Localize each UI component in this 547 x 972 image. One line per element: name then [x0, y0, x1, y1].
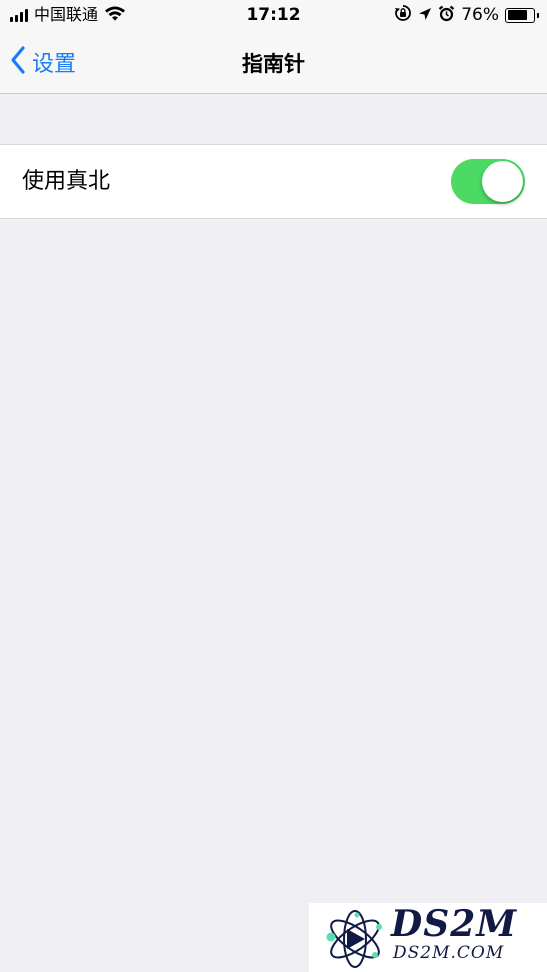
true-north-label: 使用真北 [22, 169, 111, 194]
battery-icon [505, 7, 539, 23]
battery-level-fill [507, 10, 527, 20]
status-bar-right: 76% [394, 4, 539, 26]
page-title: 指南针 [242, 52, 305, 76]
watermark-brand: DS2M [391, 903, 518, 945]
alarm-icon [438, 5, 455, 26]
navigation-bar: 设置 指南针 [0, 30, 547, 94]
true-north-toggle[interactable] [451, 159, 525, 204]
compass-settings-screen: 中国联通 17:12 76% 设置 指南针 使用真北 DS2M DS2M.COM [0, 0, 547, 972]
location-icon [418, 6, 432, 25]
settings-group: 使用真北 [0, 144, 547, 219]
watermark-site: DS2M.COM [393, 943, 505, 963]
status-bar: 中国联通 17:12 76% [0, 0, 547, 30]
battery-percent: 76% [461, 5, 499, 25]
watermark-logo-icon [323, 907, 387, 972]
watermark: DS2M DS2M.COM [309, 903, 547, 972]
toggle-knob [482, 161, 523, 202]
orientation-lock-icon [394, 4, 412, 26]
